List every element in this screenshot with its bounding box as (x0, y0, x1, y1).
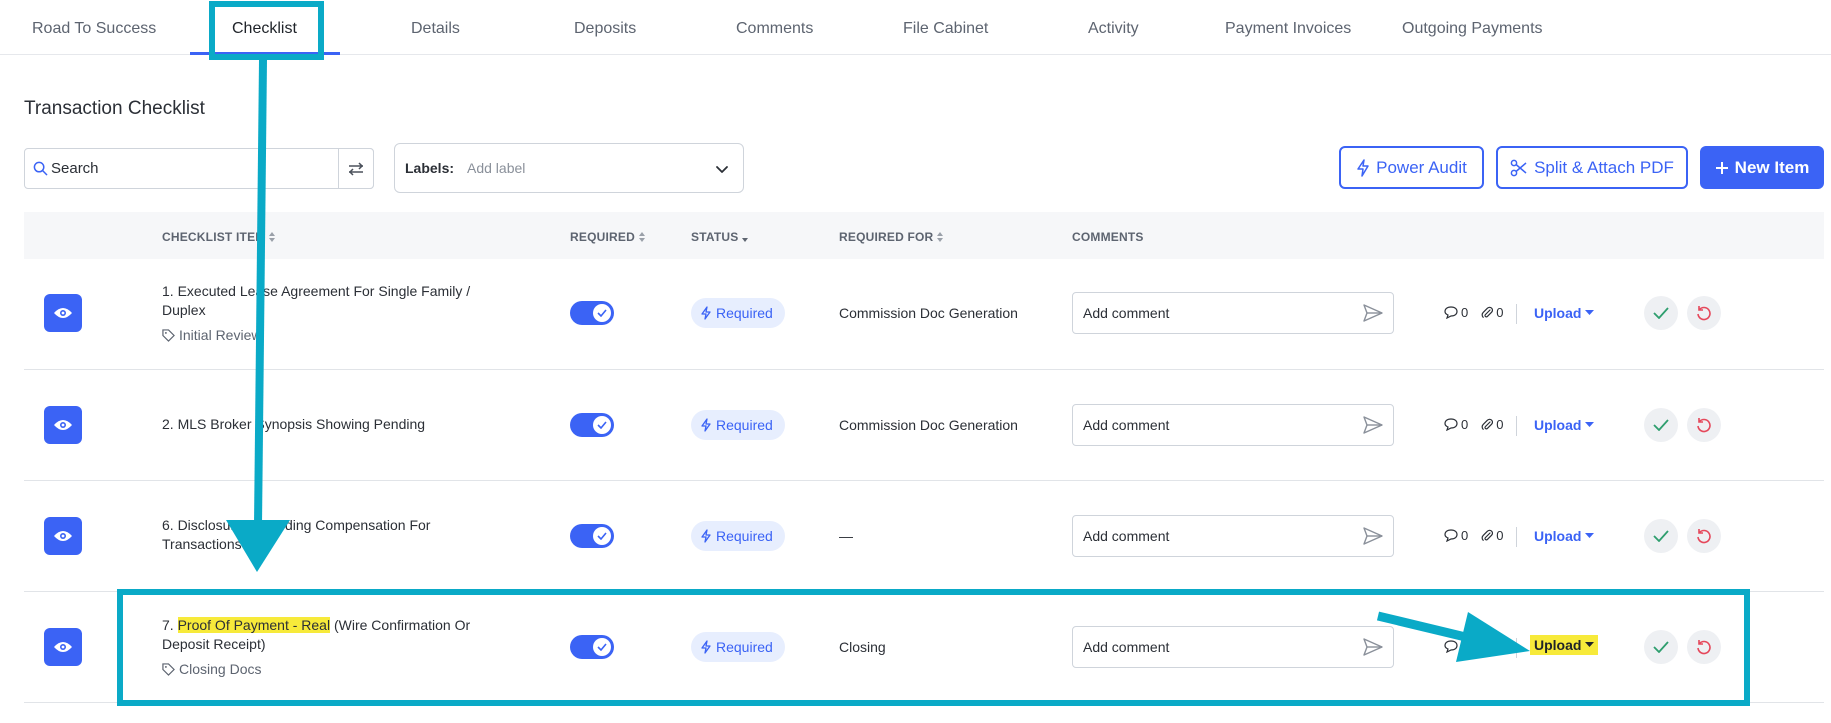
arrow-line-down (254, 59, 267, 526)
arrow-head-right (1456, 612, 1530, 662)
arrow-head-down (226, 520, 290, 572)
annotation-arrows (226, 59, 1530, 662)
